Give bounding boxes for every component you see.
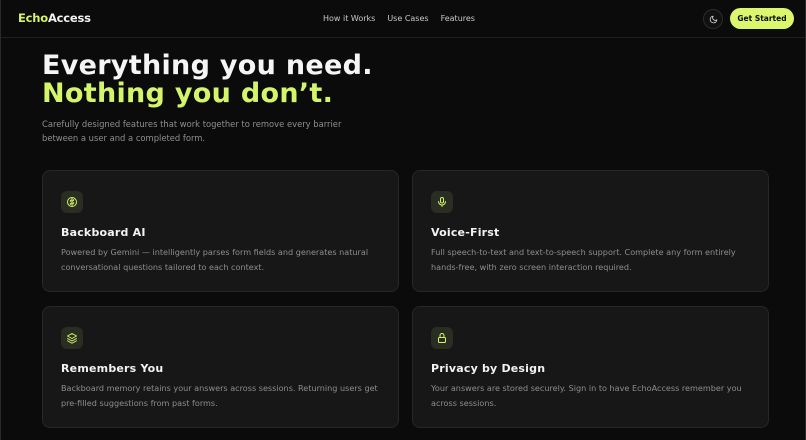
feature-icon-box	[61, 327, 83, 349]
page: EchoAccess How it Works Use Cases Featur…	[0, 0, 806, 440]
moon-icon	[709, 15, 717, 23]
feature-title: Backboard AI	[61, 226, 146, 239]
feature-title: Voice-First	[431, 226, 500, 239]
get-started-button[interactable]: Get Started	[730, 8, 794, 29]
layers-icon	[67, 333, 77, 344]
hero-title: Everything you need. Nothing you don’t.	[42, 52, 373, 108]
lock-icon	[438, 333, 446, 343]
nav-links: How it Works Use Cases Features	[323, 14, 475, 23]
feature-icon-box	[431, 191, 453, 213]
feature-description: Powered by Gemini — intelligently parses…	[61, 247, 369, 272]
top-nav: EchoAccess How it Works Use Cases Featur…	[1, 0, 805, 38]
feature-icon-box	[431, 327, 453, 349]
feature-description: Full speech-to-text and text-to-speech s…	[431, 247, 736, 272]
nav-link-features[interactable]: Features	[441, 14, 475, 23]
feature-card-privacy-by-design: Privacy by Design Your answers are store…	[412, 306, 769, 428]
feature-title: Privacy by Design	[431, 362, 546, 375]
feature-title: Remembers You	[61, 362, 164, 375]
nav-link-use-cases[interactable]: Use Cases	[387, 14, 428, 23]
feature-card-remembers-you: Remembers You Backboard memory retains y…	[42, 306, 399, 428]
feature-card-backboard-ai: Backboard AI Powered by Gemini — intelli…	[42, 170, 399, 292]
feature-icon-box	[61, 191, 83, 213]
hero-title-line2: Nothing you don’t.	[42, 78, 334, 109]
hero-title-line1: Everything you need.	[42, 50, 373, 81]
feature-card-voice-first: Voice-First Full speech-to-text and text…	[412, 170, 769, 292]
hero-subtitle: Carefully designed features that work to…	[42, 119, 342, 143]
logo[interactable]: EchoAccess	[18, 11, 91, 25]
feature-description: Your answers are stored securely. Sign i…	[431, 383, 742, 408]
logo-access: Access	[47, 11, 91, 25]
theme-toggle-button[interactable]	[703, 9, 723, 29]
nav-link-how-it-works[interactable]: How it Works	[323, 14, 375, 23]
brain-icon	[67, 197, 77, 207]
feature-description: Backboard memory retains your answers ac…	[61, 383, 378, 408]
logo-echo: Echo	[18, 11, 48, 25]
microphone-icon	[438, 197, 446, 207]
